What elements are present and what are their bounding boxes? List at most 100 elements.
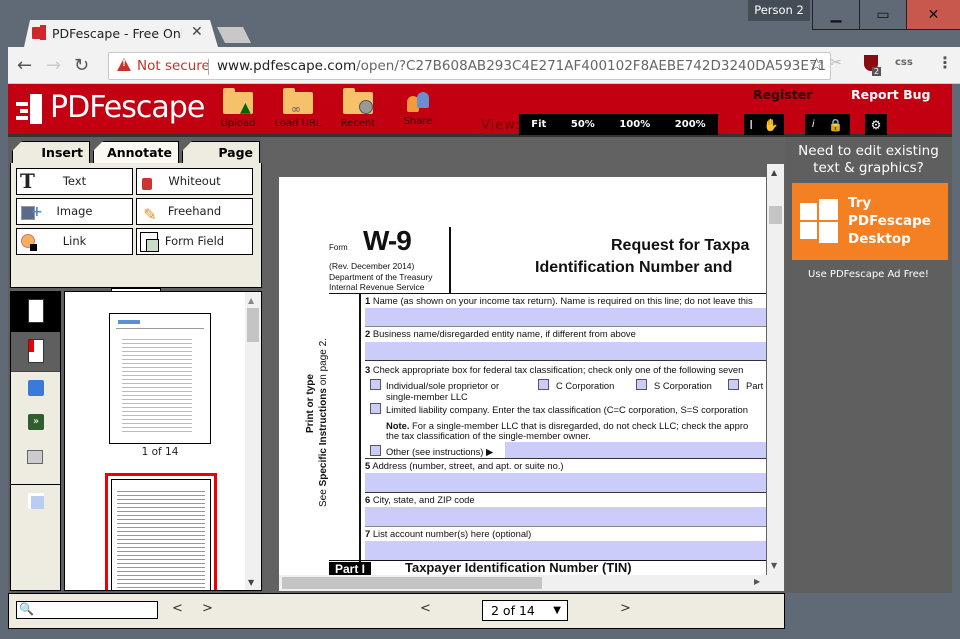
- city-state-zip-field[interactable]: [365, 507, 766, 526]
- search-prev-button[interactable]: <: [172, 601, 183, 616]
- c-corp-checkbox[interactable]: [538, 379, 549, 390]
- report-bug-link[interactable]: Report Bug: [851, 87, 931, 102]
- tab-close-icon[interactable]: ✕: [191, 24, 203, 40]
- divider: [365, 360, 766, 361]
- freehand-tool-label: Freehand: [167, 204, 222, 218]
- individual-checkbox[interactable]: [370, 379, 381, 390]
- forward-icon[interactable]: →: [46, 55, 61, 76]
- s-corp-label: S Corporation: [654, 380, 712, 391]
- url-text[interactable]: www.pdfescape.com/open/?C27B608AB293C4E2…: [217, 58, 826, 74]
- panel-sidebar: »: [10, 291, 61, 591]
- upload-button[interactable]: ▲ Upload: [208, 88, 268, 129]
- pages-icon[interactable]: [11, 292, 60, 332]
- address-field[interactable]: [365, 473, 766, 492]
- document-horizontal-scrollbar[interactable]: ◀ ▶: [279, 575, 784, 591]
- search-next-button[interactable]: >: [202, 601, 213, 616]
- other-label: Other (see instructions) ▶: [386, 446, 494, 457]
- info-icon[interactable]: i: [812, 119, 815, 130]
- users-icon: [403, 90, 433, 114]
- try-desktop-button[interactable]: Try PDFescape Desktop: [792, 183, 948, 260]
- divider: [329, 293, 766, 294]
- document-vertical-scrollbar[interactable]: ▲ ▼: [767, 164, 784, 576]
- business-name-field[interactable]: [365, 342, 766, 360]
- reload-icon[interactable]: ↻: [74, 55, 89, 76]
- form-field-tool-button[interactable]: Form Field: [136, 228, 253, 255]
- line-5-label: 5 Address (number, street, and apt. or s…: [365, 460, 564, 471]
- text-cursor-icon[interactable]: I: [749, 118, 753, 132]
- whiteout-tool-button[interactable]: Whiteout: [136, 168, 253, 195]
- account-numbers-field[interactable]: [365, 541, 766, 560]
- load-url-label: Load URL: [274, 118, 322, 129]
- recent-label: Recent: [340, 118, 376, 129]
- tools-panel: T Text Whiteout + Image ✎ Freehand Link: [10, 163, 262, 306]
- freehand-tool-button[interactable]: ✎ Freehand: [136, 198, 253, 225]
- logo-text: PDFescape: [50, 90, 205, 125]
- text-tool-button[interactable]: T Text: [16, 168, 133, 195]
- name-field[interactable]: [365, 308, 766, 326]
- link-tool-button[interactable]: Link: [16, 228, 133, 255]
- tab-title: PDFescape - Free Online: [52, 26, 182, 41]
- hand-icon[interactable]: ✋: [764, 118, 779, 132]
- lock-icon[interactable]: 🔒: [828, 118, 843, 132]
- tab-insert[interactable]: Insert: [12, 141, 90, 163]
- image-tool-label: Image: [56, 204, 93, 218]
- zoom-50[interactable]: 50%: [571, 119, 595, 130]
- close-icon[interactable]: ✕: [906, 0, 960, 30]
- zoom-fit[interactable]: Fit: [531, 119, 546, 130]
- other-checkbox[interactable]: [370, 445, 381, 456]
- image-icon: +: [20, 202, 43, 221]
- pdfescape-logo[interactable]: PDFescape: [16, 90, 205, 125]
- print-icon[interactable]: [11, 442, 60, 482]
- page-prev-button[interactable]: <: [420, 601, 431, 616]
- back-icon[interactable]: ←: [17, 55, 32, 76]
- form-icon[interactable]: [11, 487, 60, 527]
- menu-icon[interactable]: ⋮: [937, 53, 953, 72]
- browser-window: PDFescape - Free Online ✕ Person 2 ▁ ▭ ✕…: [0, 0, 960, 639]
- url-host: www.pdfescape.com: [217, 58, 357, 74]
- whiteout-icon: [140, 172, 160, 191]
- thumbnail-label-1: 1 of 14: [141, 446, 179, 458]
- extension-scissors-icon[interactable]: ✂: [830, 55, 842, 71]
- browser-tab[interactable]: PDFescape - Free Online ✕: [24, 20, 218, 47]
- panel-tabs: Insert Annotate Page: [12, 141, 262, 163]
- url-path: /open/?C27B608AB293C4E271AF400102F8AEBE7…: [356, 58, 827, 74]
- search-input[interactable]: 🔍: [16, 601, 158, 619]
- settings-button[interactable]: ⚙: [865, 114, 887, 135]
- other-field[interactable]: [505, 442, 766, 458]
- cursor-tools: I ✋: [744, 114, 784, 135]
- form-irs: Internal Revenue Service: [329, 282, 425, 292]
- profile-button[interactable]: Person 2: [748, 0, 810, 21]
- zoom-200[interactable]: 200%: [675, 119, 706, 130]
- register-link[interactable]: Register: [753, 87, 812, 102]
- thumbnail-page-2-selected[interactable]: [105, 473, 217, 590]
- thumbnail-page-1[interactable]: [109, 313, 211, 444]
- css-extension-icon[interactable]: css: [895, 57, 913, 68]
- recent-button[interactable]: Recent: [328, 88, 388, 129]
- s-corp-checkbox[interactable]: [636, 379, 647, 390]
- minimize-icon[interactable]: ▁: [812, 0, 859, 30]
- page-next-button[interactable]: >: [620, 601, 631, 616]
- thumbnail-scrollbar[interactable]: ▲ ▼: [245, 292, 261, 590]
- individual-label: Individual/sole proprietor or: [386, 380, 500, 391]
- new-tab-button[interactable]: [217, 27, 251, 43]
- tab-page[interactable]: Page: [182, 141, 260, 163]
- partnership-checkbox[interactable]: [728, 379, 739, 390]
- address-bar[interactable]: Not secure www.pdfescape.com/open/?C27B6…: [108, 52, 831, 80]
- image-tool-button[interactable]: + Image: [16, 198, 133, 225]
- page-select[interactable]: 2 of 14 ▼: [482, 600, 568, 621]
- form-title-1: Request for Taxpa: [611, 237, 750, 254]
- tab-annotate[interactable]: Annotate: [93, 141, 179, 163]
- maximize-icon[interactable]: ▭: [859, 0, 906, 30]
- partnership-label: Part: [746, 380, 764, 391]
- bookmark-icon[interactable]: [11, 332, 60, 372]
- security-label[interactable]: Not secure: [137, 58, 210, 74]
- zoom-100[interactable]: 100%: [619, 119, 650, 130]
- ad-free-link[interactable]: Use PDFescape Ad Free!: [785, 269, 952, 280]
- share-button[interactable]: Share: [388, 90, 448, 127]
- llc-checkbox[interactable]: [370, 403, 381, 414]
- load-url-button[interactable]: ∞ Load URL: [268, 88, 328, 129]
- pdf-page[interactable]: Form W-9 (Rev. December 2014) Department…: [279, 177, 766, 577]
- bookmark-star-icon[interactable]: ☆: [809, 55, 824, 75]
- whiteout-tool-label: Whiteout: [168, 174, 221, 188]
- logo-mark-icon: [16, 93, 44, 124]
